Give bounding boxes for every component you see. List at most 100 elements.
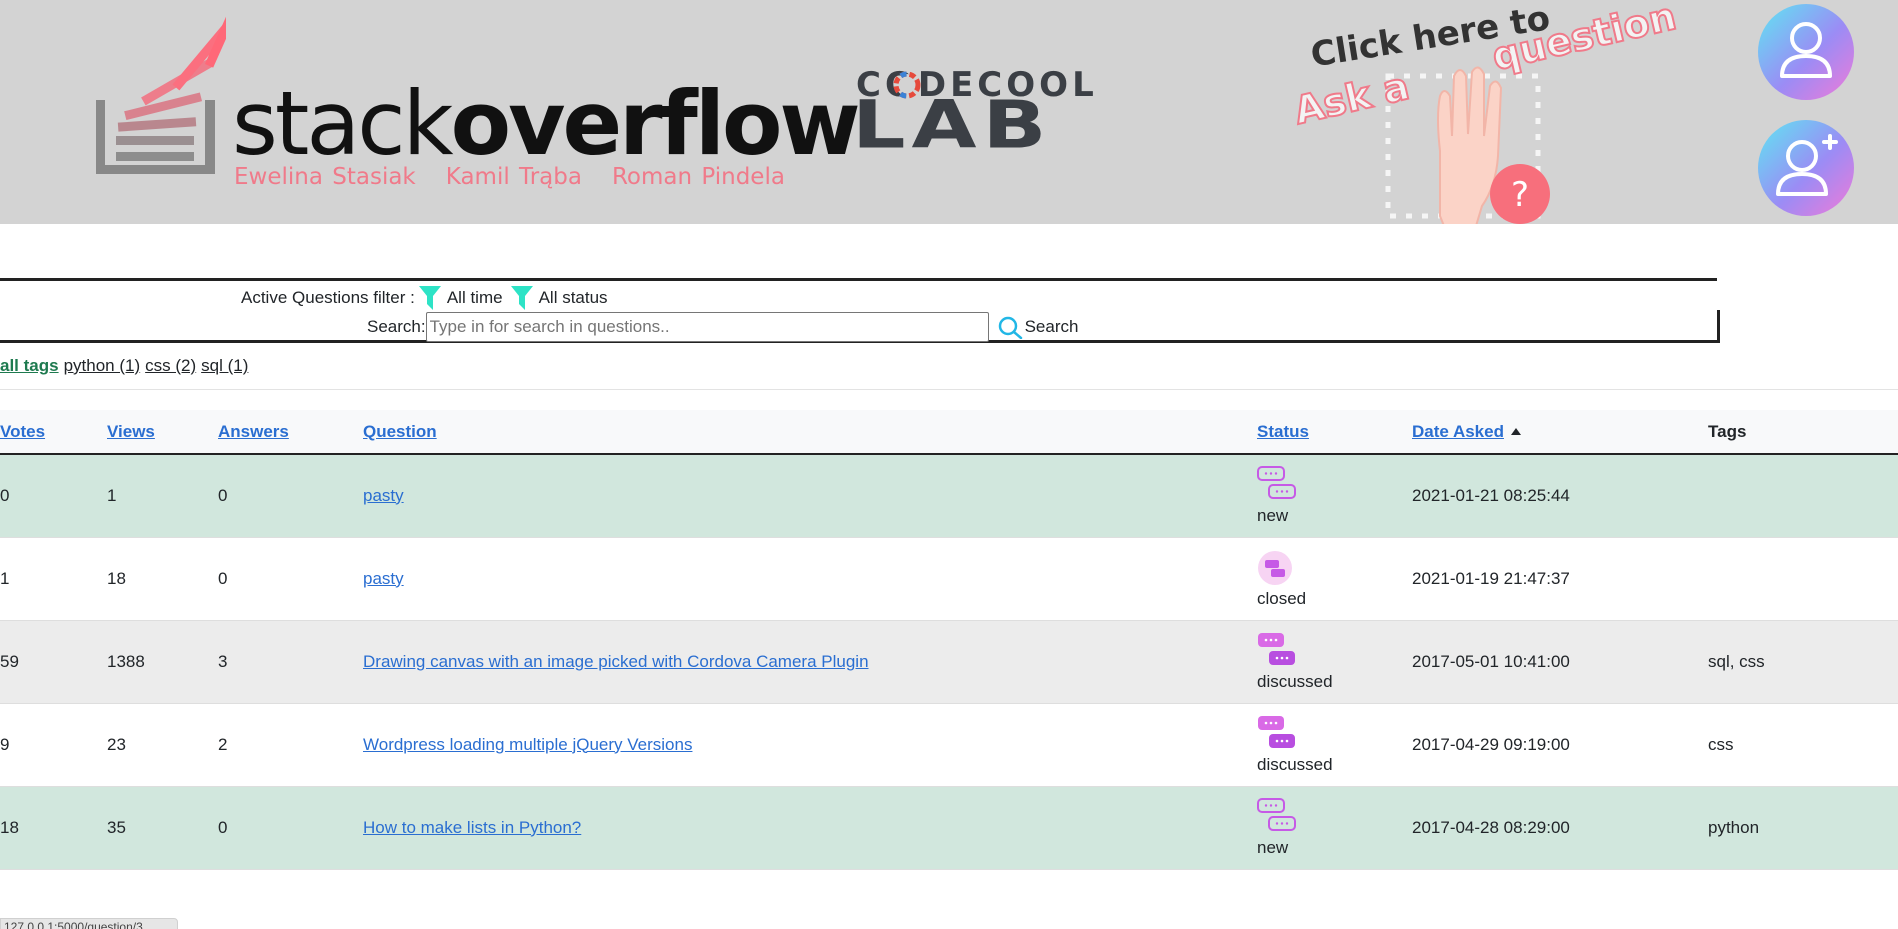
tags-cell: css [1708, 703, 1898, 787]
sort-date-link[interactable]: Date Asked [1412, 422, 1504, 441]
chat-filled-icon [1258, 715, 1295, 748]
status-label: discussed [1257, 671, 1333, 691]
divider [0, 389, 1898, 390]
question-cell: Drawing canvas with an image picked with… [363, 620, 1257, 704]
date-cell: 2021-01-19 21:47:37 [1412, 537, 1708, 621]
codecool-lab-logo: CODECOOL LAB [852, 68, 1140, 168]
chat-outline-icon [1257, 797, 1296, 831]
lab-wordmark: LAB [852, 86, 1053, 163]
add-user-icon [1776, 134, 1838, 196]
funnel-icon[interactable] [418, 286, 441, 310]
status-label: new [1257, 837, 1289, 857]
register-button[interactable] [1758, 120, 1854, 216]
table-header-row: Votes Views Answers Question Status Date… [0, 410, 1898, 455]
tag-sql[interactable]: sql (1) [201, 356, 248, 380]
date-cell: 2021-01-21 08:25:44 [1412, 454, 1708, 538]
table-row: 18 35 0 How to make lists in Python? new… [0, 786, 1898, 870]
questions-table: Votes Views Answers Question Status Date… [0, 410, 1898, 870]
tag-all[interactable]: all tags [0, 356, 59, 380]
answers-cell: 2 [218, 703, 363, 787]
time-filter-link[interactable]: All time [447, 288, 503, 308]
table-row: 1 18 0 pasty closed 2021-01-19 21:47:37 [0, 537, 1898, 621]
filter-label: Active Questions filter : [241, 288, 415, 307]
chat-filled-icon [1258, 632, 1295, 665]
date-cell: 2017-04-29 09:19:00 [1412, 703, 1708, 787]
status-label: closed [1257, 588, 1307, 608]
sort-votes-link[interactable]: Votes [0, 422, 45, 441]
search-row: Search: Search [367, 312, 1079, 342]
status-cell: discussed [1257, 620, 1412, 704]
search-icon [998, 316, 1022, 339]
question-link[interactable]: pasty [363, 569, 404, 588]
question-link[interactable]: Wordpress loading multiple jQuery Versio… [363, 735, 692, 754]
answers-cell: 0 [218, 786, 363, 870]
views-header: Views [107, 410, 218, 455]
sort-ascending-icon [1510, 427, 1521, 435]
tags-cell [1708, 454, 1898, 538]
author-name: Kamil Trąba [445, 164, 582, 190]
question-cell: pasty [363, 537, 1257, 621]
sort-answers-link[interactable]: Answers [218, 422, 289, 441]
link-url-status-bar: 127.0.0.1:5000/question/3 [0, 918, 178, 929]
active-filter-row: Active Questions filter : All time All s… [241, 286, 614, 310]
question-link[interactable]: How to make lists in Python? [363, 818, 581, 837]
table-row: 59 1388 3 Drawing canvas with an image p… [0, 620, 1898, 704]
authors-line: Ewelina Stasiak Kamil Trąba Roman Pindela [234, 164, 815, 190]
tags-cell: sql, css [1708, 620, 1898, 704]
table-row: 0 1 0 pasty new 2021-01-21 08:25:44 [0, 454, 1898, 538]
status-cell: discussed [1257, 703, 1412, 787]
votes-cell: 1 [0, 537, 107, 621]
votes-cell: 59 [0, 620, 107, 704]
status-cell: new [1257, 454, 1412, 538]
tags-cell [1708, 537, 1898, 621]
views-cell: 18 [107, 537, 218, 621]
tag-filter-list: all tags python (1) css (2) sql (1) [0, 356, 248, 380]
tag-css[interactable]: css (2) [145, 356, 196, 380]
question-cell: How to make lists in Python? [363, 786, 1257, 870]
status-filter-link[interactable]: All status [539, 288, 608, 308]
tag-python[interactable]: python (1) [64, 356, 141, 380]
question-link[interactable]: pasty [363, 486, 404, 505]
answers-cell: 0 [218, 454, 363, 538]
status-cell: new [1257, 786, 1412, 870]
status-label: discussed [1257, 754, 1333, 774]
chat-outline-icon [1257, 465, 1296, 499]
author-name: Roman Pindela [611, 164, 785, 190]
tags-header: Tags [1708, 410, 1898, 455]
views-cell: 23 [107, 703, 218, 787]
votes-cell: 18 [0, 786, 107, 870]
answers-cell: 0 [218, 537, 363, 621]
status-label: new [1257, 505, 1289, 525]
logo-wordmark: stackoverflow [232, 72, 861, 175]
ask-question-link[interactable]: Click here to ? Ask a question [1280, 0, 1700, 224]
svg-text:?: ? [1511, 175, 1529, 215]
question-cell: pasty [363, 454, 1257, 538]
stackoverflow-logo[interactable]: stackoverflow Ewelina Stasiak Kamil Trąba… [96, 14, 861, 194]
question-link[interactable]: Drawing canvas with an image picked with… [363, 652, 869, 671]
header-banner: stackoverflow Ewelina Stasiak Kamil Trąba… [0, 0, 1898, 224]
sort-views-link[interactable]: Views [107, 422, 155, 441]
answers-cell: 3 [218, 620, 363, 704]
date-header: Date Asked [1412, 410, 1708, 455]
sort-question-link[interactable]: Question [363, 422, 437, 441]
date-cell: 2017-05-01 10:41:00 [1412, 620, 1708, 704]
votes-cell: 0 [0, 454, 107, 538]
table-row: 9 23 2 Wordpress loading multiple jQuery… [0, 703, 1898, 787]
user-icon [1780, 22, 1832, 78]
funnel-icon[interactable] [510, 286, 533, 310]
search-label: Search: [367, 317, 426, 336]
search-button-label: Search [1024, 317, 1079, 336]
stack-icon [96, 14, 226, 174]
status-header: Status [1257, 410, 1412, 455]
sort-status-link[interactable]: Status [1257, 422, 1309, 441]
tags-cell: python [1708, 786, 1898, 870]
date-cell: 2017-04-28 08:29:00 [1412, 786, 1708, 870]
filter-search-panel: Active Questions filter : All time All s… [0, 278, 1720, 343]
login-button[interactable] [1758, 4, 1854, 100]
chat-closed-icon [1258, 550, 1292, 585]
search-button[interactable]: Search [997, 315, 1079, 339]
votes-cell: 9 [0, 703, 107, 787]
question-cell: Wordpress loading multiple jQuery Versio… [363, 703, 1257, 787]
views-cell: 35 [107, 786, 218, 870]
search-input[interactable] [425, 312, 989, 342]
